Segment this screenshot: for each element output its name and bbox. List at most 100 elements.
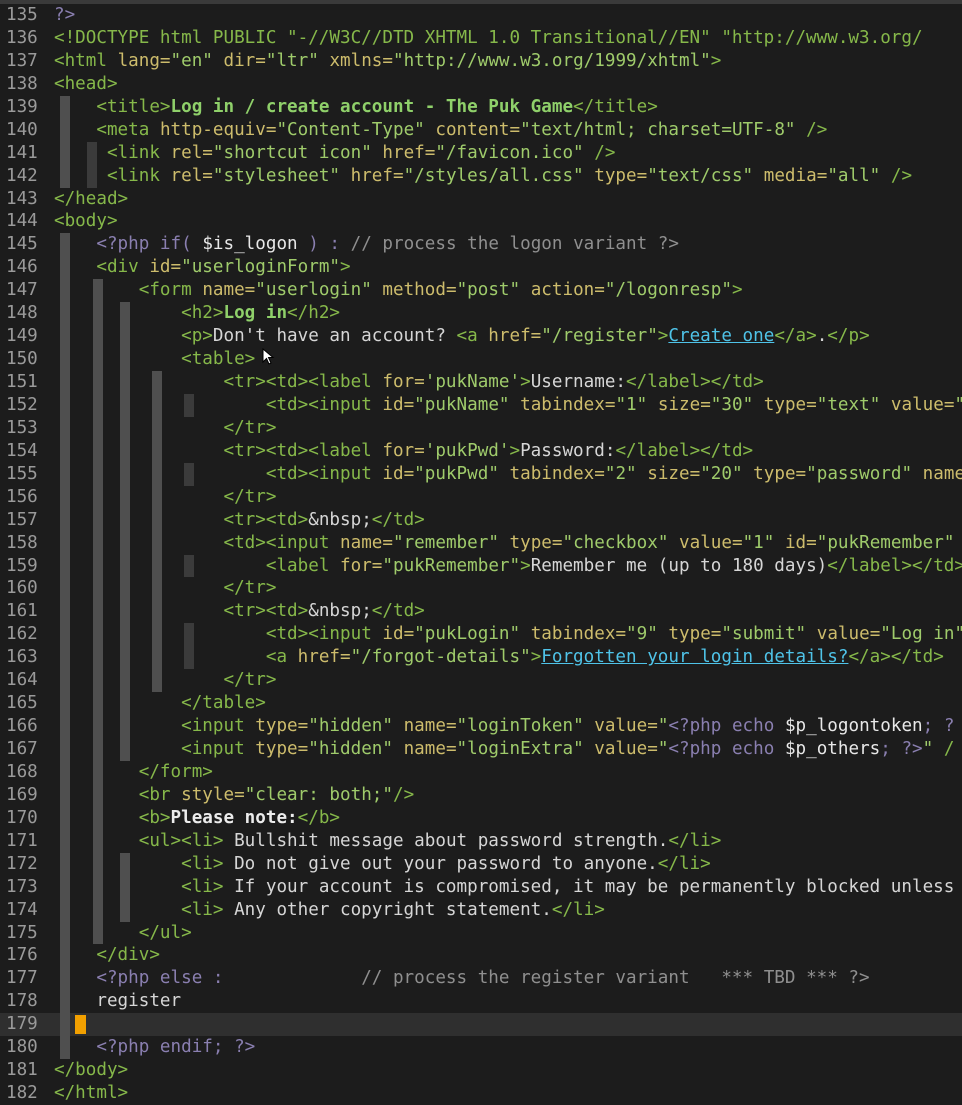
code-line-179[interactable]: 179 xyxy=(0,1013,962,1037)
line-number: 177 xyxy=(6,968,38,989)
code-line-169[interactable]: 169 <br style="clear: both;"/> xyxy=(0,783,962,807)
code-text: </tr> xyxy=(223,670,277,691)
code-line-172[interactable]: 172 <li> Do not give out your password t… xyxy=(0,852,962,876)
code-line-153[interactable]: 153 </tr> xyxy=(0,416,962,440)
indent-guide xyxy=(60,1013,70,1037)
code-text: <input type="hidden" name="loginToken" v… xyxy=(181,716,955,737)
code-text: </table> xyxy=(181,693,266,714)
code-line-150[interactable]: 150 <table> xyxy=(0,348,962,371)
line-number: 149 xyxy=(6,326,38,347)
code-line-152[interactable]: 152 <td><input id="pukName" tabindex="1"… xyxy=(0,393,962,417)
code-line-160[interactable]: 160 </tr> xyxy=(0,577,962,601)
code-line-158[interactable]: 158 <td><input name="remember" type="che… xyxy=(0,531,962,555)
code-text: <head> xyxy=(54,73,118,94)
code-line-177[interactable]: 177 <?php else : // process the register… xyxy=(0,967,962,991)
code-line-176[interactable]: 176 </div> xyxy=(0,944,962,968)
line-number: 171 xyxy=(6,830,38,851)
code-text: <td><input id="pukPwd" tabindex="2" size… xyxy=(265,463,962,484)
code-line-165[interactable]: 165 </table> xyxy=(0,692,962,716)
line-number: 156 xyxy=(6,486,38,507)
code-line-143[interactable]: 143 </head> xyxy=(0,188,962,211)
code-text: <html lang="en" dir="ltr" xmlns="http://… xyxy=(54,50,722,71)
code-line-144[interactable]: 144 <body> xyxy=(0,210,962,233)
code-text: <tr><td>&nbsp;</td> xyxy=(223,509,425,530)
code-text: <?php endif; ?> xyxy=(96,1037,256,1058)
code-line-166[interactable]: 166 <input type="hidden" name="loginToke… xyxy=(0,715,962,738)
code-text: </div> xyxy=(96,945,160,966)
code-text: <?php if( $is_logon ) : // process the l… xyxy=(96,234,679,255)
line-number: 163 xyxy=(6,647,38,668)
code-line-141[interactable]: 141 <link rel="shortcut icon" href="/fav… xyxy=(0,141,962,165)
code-text: </tr> xyxy=(223,578,277,599)
line-number: 175 xyxy=(6,922,38,943)
code-line-170[interactable]: 170 <b>Please note:</b> xyxy=(0,806,962,830)
mouse-pointer-icon xyxy=(262,348,275,365)
code-text: <td><input name="remember" type="checkbo… xyxy=(223,532,955,553)
line-number: 166 xyxy=(6,716,38,737)
line-number: 173 xyxy=(6,876,38,897)
code-text: </body> xyxy=(54,1060,129,1081)
code-text: <table> xyxy=(181,349,256,370)
code-text: ?> xyxy=(54,5,76,25)
code-line-149[interactable]: 149 <p>Don't have an account? <a href="/… xyxy=(0,325,962,349)
code-line-171[interactable]: 171 <ul><li> Bullshit message about pass… xyxy=(0,829,962,853)
code-line-147[interactable]: 147 <form name="userlogin" method="post"… xyxy=(0,279,962,303)
code-line-156[interactable]: 156 </tr> xyxy=(0,485,962,509)
code-line-163[interactable]: 163 <a href="/forgot-details">Forgotten … xyxy=(0,646,962,670)
line-number: 158 xyxy=(6,532,38,553)
code-text: <?php else : // process the register var… xyxy=(96,968,870,989)
code-line-180[interactable]: 180 <?php endif; ?> xyxy=(0,1036,962,1060)
code-line-142[interactable]: 142 <link rel="stylesheet" href="/styles… xyxy=(0,164,962,188)
line-number: 167 xyxy=(6,739,38,759)
line-number: 180 xyxy=(6,1037,38,1058)
code-line-175[interactable]: 175 </ul> xyxy=(0,921,962,945)
line-number: 164 xyxy=(6,670,38,691)
line-number: 160 xyxy=(6,578,38,599)
line-number: 182 xyxy=(6,1083,38,1104)
code-line-140[interactable]: 140 <meta http-equiv="Content-Type" cont… xyxy=(0,118,962,142)
code-line-161[interactable]: 161 <tr><td>&nbsp;</td> xyxy=(0,600,962,624)
code-line-159[interactable]: 159 <label for="pukRemember">Remember me… xyxy=(0,554,962,578)
code-text: <body> xyxy=(54,211,118,232)
code-text: register xyxy=(54,991,182,1012)
line-number: 140 xyxy=(6,119,38,140)
code-text: <td><input id="pukLogin" tabindex="9" ty… xyxy=(265,624,962,645)
code-editor[interactable]: 135 ?> 136 <!DOCTYPE html PUBLIC "-//W3C//D… xyxy=(0,4,962,1105)
code-text: </tr> xyxy=(223,417,277,438)
code-line-164[interactable]: 164 </tr> xyxy=(0,669,962,693)
code-line-137[interactable]: 137 <html lang="en" dir="ltr" xmlns="http… xyxy=(0,50,962,73)
code-line-173[interactable]: 173 <li> If your account is compromised,… xyxy=(0,875,962,899)
code-line-138[interactable]: 138 <head> xyxy=(0,73,962,96)
code-text: <br style="clear: both;"/> xyxy=(138,784,415,805)
code-line-151[interactable]: 151 <tr><td><label for='pukName'>Usernam… xyxy=(0,371,962,394)
code-line-148[interactable]: 148 <h2>Log in</h2> xyxy=(0,302,962,326)
code-line-181[interactable]: 181 </body> xyxy=(0,1059,962,1082)
line-number: 138 xyxy=(6,73,38,94)
code-text: <li> If your account is compromised, it … xyxy=(181,876,955,897)
line-number: 148 xyxy=(6,303,38,324)
code-line-139[interactable]: 139 <title>Log in / create account - The… xyxy=(0,95,962,119)
code-line-182[interactable]: 182 </html> xyxy=(0,1082,962,1105)
code-text: </head> xyxy=(54,188,129,209)
code-text: <!DOCTYPE html PUBLIC "-//W3C//DTD XHTML… xyxy=(54,27,923,48)
code-line-167[interactable]: 167 <input type="hidden" name="loginExtr… xyxy=(0,738,962,761)
code-text: <ul><li> Bullshit message about password… xyxy=(138,830,722,851)
line-number: 179 xyxy=(6,1014,38,1035)
code-line-162[interactable]: 162 <td><input id="pukLogin" tabindex="9… xyxy=(0,623,962,647)
line-number: 154 xyxy=(6,440,38,461)
code-line-178[interactable]: 178 register xyxy=(0,990,962,1014)
code-line-154[interactable]: 154 <tr><td><label for='pukPwd'>Password… xyxy=(0,439,962,463)
code-line-155[interactable]: 155 <td><input id="pukPwd" tabindex="2" … xyxy=(0,462,962,486)
line-number: 161 xyxy=(6,601,38,622)
code-text: <td><input id="pukName" tabindex="1" siz… xyxy=(265,394,962,415)
text-cursor xyxy=(75,1015,86,1035)
code-line-146[interactable]: 146 <div id="userloginForm"> xyxy=(0,256,962,280)
code-line-168[interactable]: 168 </form> xyxy=(0,760,962,784)
code-line-174[interactable]: 174 <li> Any other copyright statement.<… xyxy=(0,898,962,922)
code-text: <li> Any other copyright statement.</li> xyxy=(181,899,605,920)
code-line-145[interactable]: 145 <?php if( $is_logon ) : // process t… xyxy=(0,233,962,257)
line-number: 162 xyxy=(6,624,38,645)
code-line-136[interactable]: 136 <!DOCTYPE html PUBLIC "-//W3C//DTD XH… xyxy=(0,27,962,50)
code-line-135[interactable]: 135 ?> xyxy=(0,4,962,27)
code-line-157[interactable]: 157 <tr><td>&nbsp;</td> xyxy=(0,508,962,532)
